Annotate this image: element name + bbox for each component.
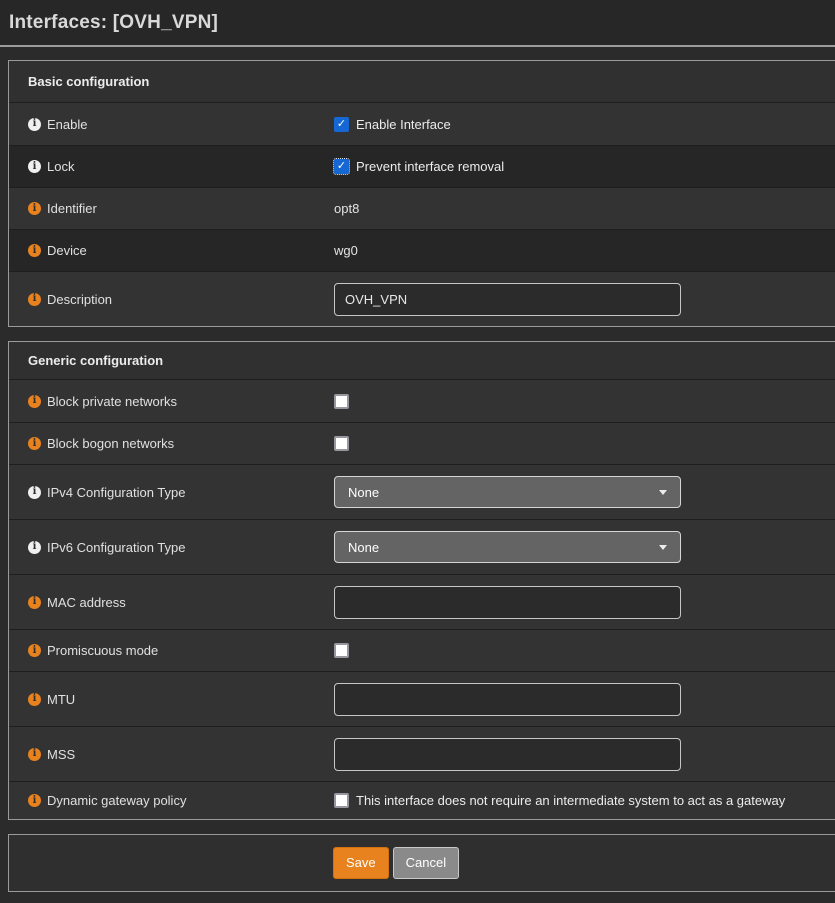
form-sections: Basic configuration Enable Enable Interfac… — [8, 60, 835, 820]
description-input[interactable] — [334, 283, 681, 316]
info-circle-icon[interactable] — [28, 748, 41, 761]
section-generic: Generic configuration Block private netwo… — [8, 341, 835, 820]
select-value: None — [348, 485, 379, 500]
checkbox-label: Enable Interface — [356, 117, 451, 132]
info-circle-icon[interactable] — [28, 794, 41, 807]
field-label: Device — [47, 243, 87, 258]
field-label: MTU — [47, 692, 75, 707]
content-area: Basic configuration Enable Enable Interfac… — [0, 47, 835, 892]
field-label: Lock — [47, 159, 74, 174]
field-value: opt8 — [334, 201, 359, 216]
form-row-device: Device wg0 — [9, 229, 835, 271]
field-label: Block bogon networks — [47, 436, 174, 451]
field-value: wg0 — [334, 243, 358, 258]
enable-checkbox[interactable] — [334, 117, 349, 132]
section-header: Basic configuration — [9, 61, 835, 103]
section-title: Basic configuration — [28, 74, 149, 89]
form-row-enable: Enable Enable Interface — [9, 103, 835, 145]
form-row-description: Description — [9, 271, 835, 326]
chevron-down-icon — [659, 490, 667, 495]
ipv6-configuration-type-select[interactable]: None — [334, 531, 681, 563]
dynamic-gateway-policy-checkbox[interactable] — [334, 793, 349, 808]
info-circle-icon[interactable] — [28, 118, 41, 131]
form-row-block-bogon-networks: Block bogon networks — [9, 422, 835, 464]
info-circle-icon[interactable] — [28, 293, 41, 306]
lock-checkbox[interactable] — [334, 159, 349, 174]
mtu-input[interactable] — [334, 683, 681, 716]
field-label: IPv6 Configuration Type — [47, 540, 186, 555]
page-header: Interfaces: [OVH_VPN] — [0, 0, 835, 47]
form-row-ipv4-configuration-type: IPv4 Configuration Type None — [9, 464, 835, 519]
form-row-promiscuous-mode: Promiscuous mode — [9, 629, 835, 671]
field-label: Promiscuous mode — [47, 643, 158, 658]
info-circle-icon[interactable] — [28, 244, 41, 257]
info-circle-icon[interactable] — [28, 395, 41, 408]
field-label: Description — [47, 292, 112, 307]
checkbox-label: Prevent interface removal — [356, 159, 504, 174]
cancel-button[interactable]: Cancel — [393, 847, 459, 879]
save-button[interactable]: Save — [333, 847, 389, 879]
form-row-identifier: Identifier opt8 — [9, 187, 835, 229]
info-circle-icon[interactable] — [28, 486, 41, 499]
form-row-lock: Lock Prevent interface removal — [9, 145, 835, 187]
block-private-networks-checkbox[interactable] — [334, 394, 349, 409]
field-label: Dynamic gateway policy — [47, 793, 186, 808]
info-circle-icon[interactable] — [28, 541, 41, 554]
info-circle-icon[interactable] — [28, 596, 41, 609]
field-label: MAC address — [47, 595, 126, 610]
chevron-down-icon — [659, 545, 667, 550]
field-label: IPv4 Configuration Type — [47, 485, 186, 500]
section-basic: Basic configuration Enable Enable Interfac… — [8, 60, 835, 327]
ipv4-configuration-type-select[interactable]: None — [334, 476, 681, 508]
field-label: Block private networks — [47, 394, 177, 409]
info-circle-icon[interactable] — [28, 437, 41, 450]
form-row-dynamic-gateway-policy: Dynamic gateway policy This interface doe… — [9, 781, 835, 819]
form-row-ipv6-configuration-type: IPv6 Configuration Type None — [9, 519, 835, 574]
section-title: Generic configuration — [28, 353, 163, 368]
info-circle-icon[interactable] — [28, 644, 41, 657]
info-circle-icon[interactable] — [28, 202, 41, 215]
field-label: Enable — [47, 117, 87, 132]
field-label: MSS — [47, 747, 75, 762]
checkbox-label: This interface does not require an inter… — [356, 793, 785, 808]
field-label: Identifier — [47, 201, 97, 216]
mss-input[interactable] — [334, 738, 681, 771]
mac-address-input[interactable] — [334, 586, 681, 619]
form-row-mtu: MTU — [9, 671, 835, 726]
block-bogon-networks-checkbox[interactable] — [334, 436, 349, 451]
form-row-mss: MSS — [9, 726, 835, 781]
info-circle-icon[interactable] — [28, 160, 41, 173]
promiscuous-mode-checkbox[interactable] — [334, 643, 349, 658]
page-title: Interfaces: [OVH_VPN] — [9, 12, 218, 34]
form-row-block-private-networks: Block private networks — [9, 380, 835, 422]
select-value: None — [348, 540, 379, 555]
section-header: Generic configuration — [9, 342, 835, 380]
actions-panel: Save Cancel — [8, 834, 835, 892]
form-row-mac-address: MAC address — [9, 574, 835, 629]
info-circle-icon[interactable] — [28, 693, 41, 706]
